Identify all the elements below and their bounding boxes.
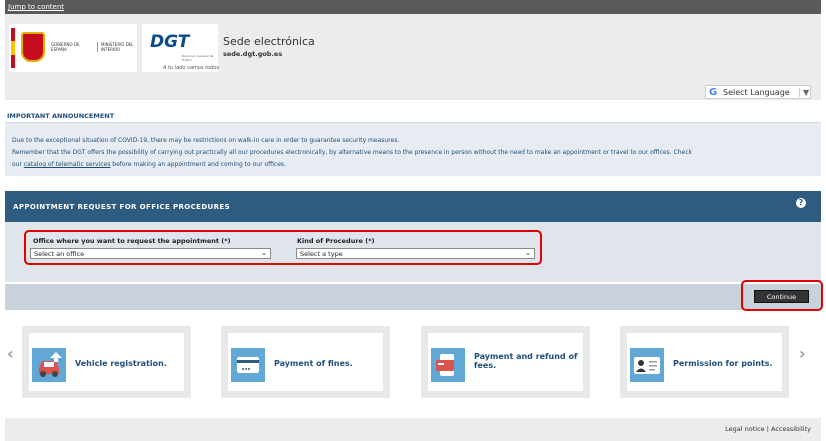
- skip-to-content-link[interactable]: Jump to content: [8, 3, 64, 11]
- procedure-select-value: Select a type: [300, 250, 343, 258]
- office-field-label: Office where you want to request the app…: [33, 237, 231, 245]
- google-icon: G: [709, 87, 718, 98]
- announcement-line-1: Due to the exceptional situation of COVI…: [12, 137, 400, 144]
- announcement-box: Due to the exceptional situation of COVI…: [5, 122, 821, 176]
- card-inner: Payment and refund of fees.: [428, 333, 583, 391]
- office-select-value: Select an office: [34, 250, 85, 258]
- card-inner: Permission for points.: [627, 333, 782, 391]
- form-action-bar: [5, 284, 821, 310]
- ministry-logo-text: MINISTERIO DEL INTERIOR: [97, 42, 135, 52]
- announcement-line-3: our catalog of telematic services before…: [12, 161, 286, 168]
- card-label: Payment and refund of fees.: [474, 352, 578, 370]
- card-inner: Vehicle registration.: [29, 333, 184, 391]
- id-card-icon: [630, 348, 664, 382]
- credit-card-icon: [231, 348, 265, 382]
- flag-stripe: [11, 28, 15, 68]
- appointment-panel-header: APPOINTMENT REQUEST FOR OFFICE PROCEDURE…: [5, 191, 821, 222]
- language-selector-label: Select Language: [723, 88, 790, 97]
- car-icon: [32, 348, 66, 382]
- procedure-field-label: Kind of Procedure (*): [297, 237, 375, 245]
- appointment-panel-title: APPOINTMENT REQUEST FOR OFFICE PROCEDURE…: [13, 203, 231, 211]
- procedure-card-permission-points[interactable]: Permission for points.: [620, 326, 789, 398]
- site-title: Sede electrónica: [223, 35, 315, 48]
- office-select[interactable]: Select an office ⌄: [30, 248, 271, 259]
- legal-notice-link[interactable]: Legal notice: [725, 425, 765, 433]
- chevron-down-icon: ⌄: [261, 249, 267, 257]
- announcement-line-3-suffix: before making an appointment and coming …: [110, 161, 286, 168]
- tagline: A tu lado vamos todos: [163, 65, 220, 71]
- dgt-logo-subtitle: Dirección General de Tráfico: [182, 54, 214, 62]
- help-icon[interactable]: ?: [796, 198, 806, 208]
- card-label: Permission for points.: [673, 359, 773, 368]
- procedure-card-payment-refund-fees[interactable]: Payment and refund of fees.: [421, 326, 590, 398]
- chevron-down-icon: ⌄: [525, 249, 531, 257]
- gov-logo-text: GOBIERNO DE ESPAÑA: [51, 42, 80, 52]
- coat-of-arms-icon: [21, 32, 45, 62]
- announcement-title: IMPORTANT ANNOUNCEMENT: [7, 112, 115, 120]
- accessibility-link[interactable]: Accessibility: [771, 425, 811, 433]
- procedure-card-vehicle-registration[interactable]: Vehicle registration.: [22, 326, 191, 398]
- footer-links: Legal notice | Accessibility: [725, 425, 811, 433]
- card-label: Vehicle registration.: [75, 359, 167, 368]
- card-label: Payment of fines.: [274, 359, 353, 368]
- announcement-line-3-prefix: our: [12, 161, 24, 168]
- language-selector[interactable]: G Select Language ▼: [705, 85, 811, 99]
- government-logo[interactable]: GOBIERNO DE ESPAÑA MINISTERIO DEL INTERI…: [9, 24, 137, 72]
- carousel-next-icon[interactable]: ›: [799, 344, 806, 363]
- procedure-card-payment-of-fines[interactable]: Payment of fines.: [221, 326, 390, 398]
- footer: Legal notice | Accessibility: [5, 418, 821, 441]
- dgt-logo-mark: DGT: [150, 32, 190, 52]
- procedure-type-select[interactable]: Select a type ⌄: [296, 248, 535, 259]
- site-header: GOBIERNO DE ESPAÑA MINISTERIO DEL INTERI…: [5, 14, 821, 100]
- site-url: sede.dgt.gob.es: [223, 50, 283, 58]
- telematic-services-catalog-link[interactable]: catalog of telematic services: [24, 161, 111, 168]
- card-payment-icon: [431, 348, 465, 382]
- top-bar: Jump to content: [5, 0, 821, 14]
- carousel-prev-icon[interactable]: ‹: [7, 344, 14, 363]
- card-inner: Payment of fines.: [228, 333, 383, 391]
- announcement-line-2: Remember that the DGT offers the possibi…: [12, 149, 692, 156]
- dropdown-arrow-icon: ▼: [799, 88, 809, 97]
- continue-button[interactable]: Continue: [754, 290, 809, 303]
